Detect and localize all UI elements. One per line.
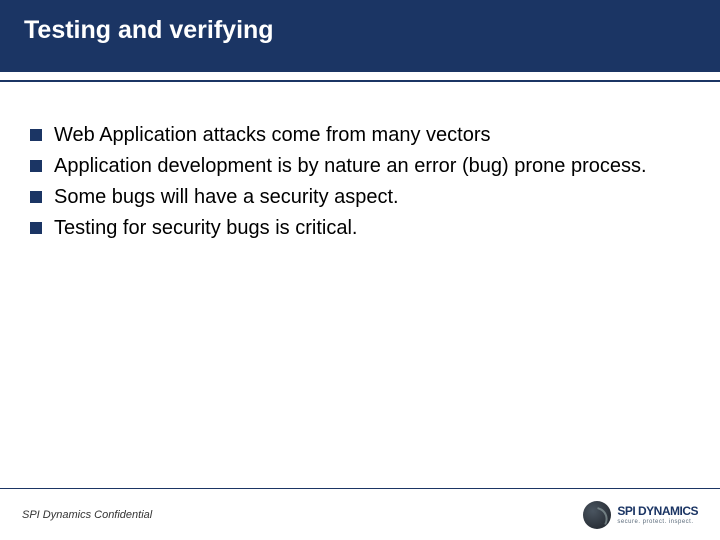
bullet-icon xyxy=(30,222,42,234)
bullet-list: Web Application attacks come from many v… xyxy=(30,122,690,242)
bullet-icon xyxy=(30,160,42,172)
slide-header: Testing and verifying xyxy=(0,0,720,72)
logo-text: SPI DYNAMICS secure. protect. inspect. xyxy=(617,505,698,525)
slide-title: Testing and verifying xyxy=(24,16,696,45)
slide: Testing and verifying Web Application at… xyxy=(0,0,720,540)
slide-footer: SPI Dynamics Confidential SPI DYNAMICS s… xyxy=(0,488,720,540)
list-item: Some bugs will have a security aspect. xyxy=(30,184,690,211)
list-item: Application development is by nature an … xyxy=(30,153,690,180)
company-logo: SPI DYNAMICS secure. protect. inspect. xyxy=(583,501,698,529)
logo-name: SPI DYNAMICS xyxy=(617,505,698,517)
confidential-label: SPI Dynamics Confidential xyxy=(22,509,152,521)
list-item: Testing for security bugs is critical. xyxy=(30,215,690,242)
bullet-icon xyxy=(30,129,42,141)
logo-icon xyxy=(583,501,611,529)
bullet-text: Application development is by nature an … xyxy=(54,153,647,180)
logo-tagline: secure. protect. inspect. xyxy=(617,519,698,525)
bullet-text: Testing for security bugs is critical. xyxy=(54,215,357,242)
bullet-text: Web Application attacks come from many v… xyxy=(54,122,490,149)
list-item: Web Application attacks come from many v… xyxy=(30,122,690,149)
bullet-icon xyxy=(30,191,42,203)
slide-body: Web Application attacks come from many v… xyxy=(0,82,720,488)
bullet-text: Some bugs will have a security aspect. xyxy=(54,184,399,211)
